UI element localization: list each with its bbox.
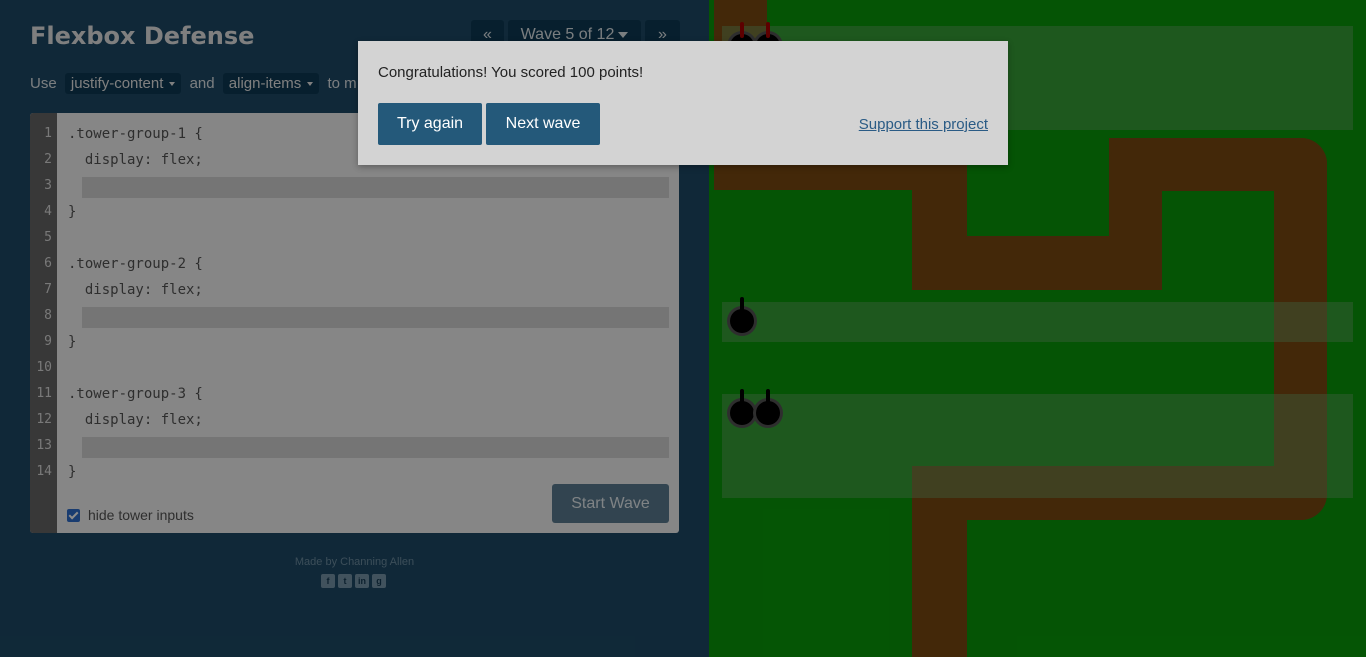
try-again-button[interactable]: Try again — [378, 103, 482, 145]
result-dialog: Congratulations! You scored 100 points! … — [358, 41, 1008, 165]
next-wave-button[interactable]: Next wave — [486, 103, 600, 145]
support-project-link[interactable]: Support this project — [859, 116, 988, 133]
result-message: Congratulations! You scored 100 points! — [378, 64, 644, 81]
